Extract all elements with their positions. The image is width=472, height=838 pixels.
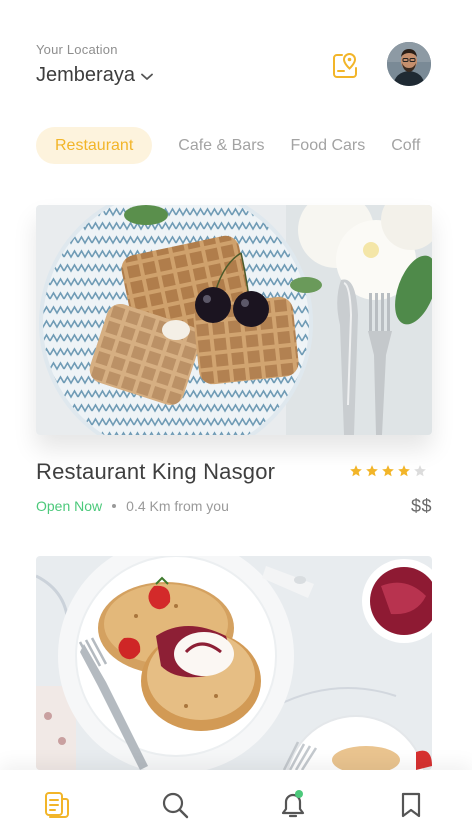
- nav-home[interactable]: [42, 790, 72, 820]
- nav-search[interactable]: [160, 790, 190, 820]
- status-open: Open Now: [36, 498, 103, 514]
- restaurant-image-2[interactable]: [36, 556, 432, 770]
- nav-notifications[interactable]: [278, 790, 308, 820]
- distance: 0.4 Km from you: [126, 498, 229, 514]
- pancake-photo: [36, 556, 432, 770]
- nav-bookmarks[interactable]: [396, 790, 426, 820]
- map-pin-button[interactable]: [332, 52, 358, 80]
- bottom-nav: [0, 770, 472, 838]
- restaurant-name[interactable]: Restaurant King Nasgor: [36, 459, 275, 485]
- location-label: Your Location: [36, 42, 118, 57]
- bookmark-icon: [401, 792, 421, 818]
- search-icon: [162, 792, 189, 819]
- tab-cafe-bars[interactable]: Cafe & Bars: [178, 127, 264, 164]
- star-icon: [366, 465, 378, 477]
- location-selector[interactable]: Jemberaya: [36, 64, 153, 87]
- tab-food-cars[interactable]: Food Cars: [291, 127, 366, 164]
- separator-dot: [112, 504, 117, 508]
- waffle-photo: [36, 205, 432, 435]
- menu-doc-icon: [45, 792, 69, 818]
- tab-coffee[interactable]: Coff: [391, 127, 420, 164]
- avatar-photo: [387, 42, 431, 86]
- star-icon: [382, 465, 394, 477]
- star-rating: [349, 464, 427, 478]
- star-icon: [350, 465, 362, 477]
- restaurant-meta: Open Now 0.4 Km from you: [36, 498, 229, 514]
- star-icon: [398, 465, 410, 477]
- price-level: $$: [410, 496, 432, 516]
- category-tabs: Restaurant Cafe & Bars Food Cars Coff: [36, 127, 472, 164]
- avatar[interactable]: [387, 42, 431, 86]
- location-header: Your Location Jemberaya: [36, 40, 436, 90]
- location-value: Jemberaya: [36, 64, 135, 86]
- chevron-down-icon: [141, 73, 153, 80]
- star-empty-icon: [414, 465, 426, 477]
- tab-restaurant[interactable]: Restaurant: [36, 127, 153, 164]
- map-pin-icon: [333, 52, 357, 78]
- restaurant-image[interactable]: [36, 205, 432, 435]
- bell-icon: [281, 790, 305, 818]
